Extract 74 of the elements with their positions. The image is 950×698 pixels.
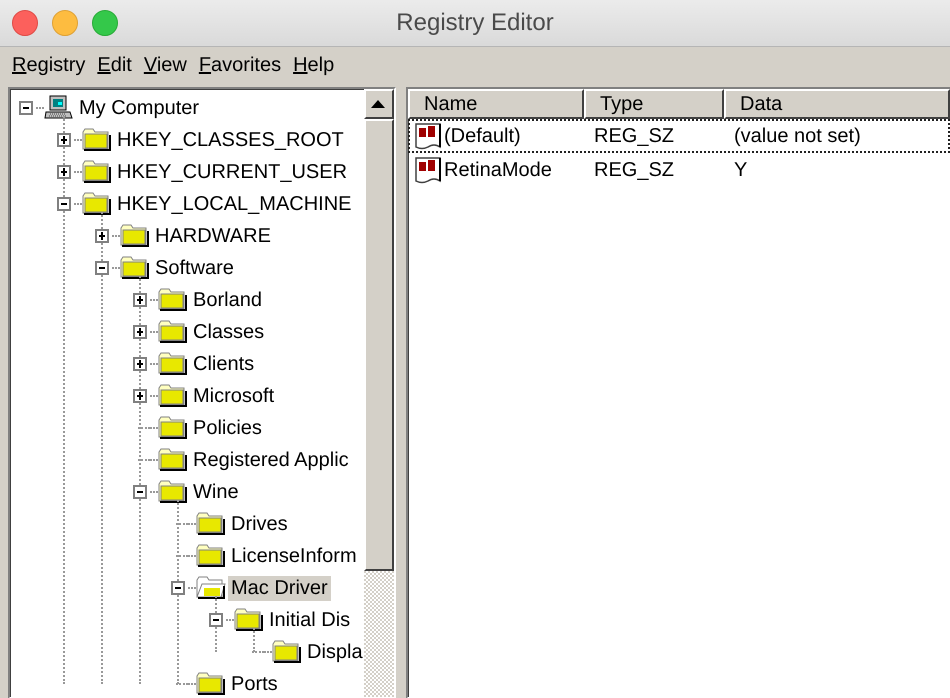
tree-item[interactable]: HARDWARE <box>152 224 274 248</box>
tree-item[interactable]: Borland <box>190 288 265 312</box>
tree-item[interactable]: Initial Dis <box>266 608 354 632</box>
folder-icon <box>120 224 150 248</box>
expand-toggle[interactable] <box>95 229 109 243</box>
folder-icon <box>196 544 226 568</box>
value-type: REG_SZ <box>593 124 676 148</box>
open-folder-icon <box>196 576 226 600</box>
column-header[interactable]: Name <box>408 89 584 119</box>
folder-icon <box>120 256 150 280</box>
tree-item[interactable]: Software <box>152 256 237 280</box>
collapse-toggle[interactable] <box>95 261 109 275</box>
column-header[interactable]: Data <box>724 89 950 119</box>
menu-item[interactable]: Registry <box>6 54 92 76</box>
scrollbar-thumb[interactable] <box>364 119 394 571</box>
tree-item[interactable]: HKEY_CURRENT_USER <box>114 160 350 184</box>
collapse-toggle[interactable] <box>171 581 185 595</box>
tree-item[interactable]: Registered Applic <box>190 448 352 472</box>
tree-item[interactable]: My Computer <box>76 96 202 120</box>
expand-toggle[interactable] <box>57 133 71 147</box>
scroll-up-button[interactable] <box>364 89 394 119</box>
expand-toggle[interactable] <box>133 357 147 371</box>
tree-item[interactable]: Drives <box>228 512 291 536</box>
tree-item[interactable]: Clients <box>190 352 258 376</box>
folder-icon <box>158 320 188 344</box>
folder-icon <box>158 448 188 472</box>
folder-icon <box>158 384 188 408</box>
folder-icon <box>82 160 112 184</box>
folder-icon <box>158 416 188 440</box>
expand-toggle[interactable] <box>133 293 147 307</box>
column-header[interactable]: Type <box>584 89 724 119</box>
tree-item[interactable]: Microsoft <box>190 384 278 408</box>
computer-icon <box>44 95 74 121</box>
tree-item[interactable]: Displa <box>304 640 364 664</box>
value-name: RetinaMode <box>444 158 552 182</box>
value-data: (value not set) <box>733 124 862 148</box>
tree-item[interactable]: HKEY_LOCAL_MACHINE <box>114 192 355 216</box>
expand-toggle[interactable] <box>133 389 147 403</box>
tree-item[interactable]: Ports <box>228 672 281 696</box>
vertical-scrollbar[interactable] <box>364 89 394 697</box>
registry-value-row[interactable]: RetinaMode REG_SZ Y <box>408 153 950 187</box>
collapse-toggle[interactable] <box>19 101 33 115</box>
tree-item[interactable]: HKEY_CLASSES_ROOT <box>114 128 347 152</box>
string-value-icon <box>414 122 444 150</box>
tree-item[interactable]: Classes <box>190 320 268 344</box>
menu-item[interactable]: Edit <box>91 54 138 76</box>
collapse-toggle[interactable] <box>57 197 71 211</box>
folder-icon <box>82 128 112 152</box>
folder-icon <box>272 640 302 664</box>
menu-item[interactable]: Favorites <box>192 54 288 76</box>
close-button[interactable] <box>12 10 38 36</box>
folder-icon <box>158 288 188 312</box>
tree-item[interactable]: LicenseInform <box>228 544 360 568</box>
up-triangle-icon <box>371 100 385 108</box>
folder-icon <box>234 608 264 632</box>
tree-item[interactable]: Wine <box>190 480 242 504</box>
collapse-toggle[interactable] <box>133 485 147 499</box>
tree-item[interactable]: Mac Driver <box>228 576 331 600</box>
folder-icon <box>158 480 188 504</box>
tree-item[interactable]: Policies <box>190 416 265 440</box>
value-name: (Default) <box>444 124 521 148</box>
folder-icon <box>82 192 112 216</box>
menu-item[interactable]: Help <box>287 54 340 76</box>
folder-icon <box>158 352 188 376</box>
expand-toggle[interactable] <box>133 325 147 339</box>
folder-icon <box>196 512 226 536</box>
value-type: REG_SZ <box>593 158 676 182</box>
registry-value-row[interactable]: (Default) REG_SZ (value not set) <box>408 119 950 153</box>
window-title: Registry Editor <box>396 9 554 36</box>
value-data: Y <box>733 158 748 182</box>
collapse-toggle[interactable] <box>209 613 223 627</box>
string-value-icon <box>414 156 444 184</box>
expand-toggle[interactable] <box>57 165 71 179</box>
menu-item[interactable]: View <box>138 54 193 76</box>
